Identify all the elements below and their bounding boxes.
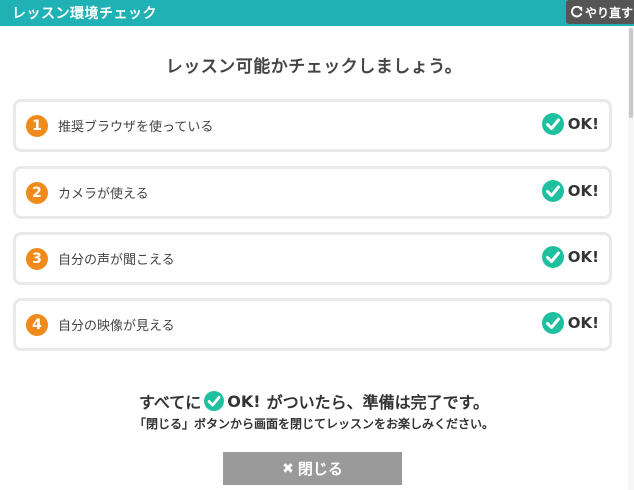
header-bar: レッスン環境チェック: [0, 0, 634, 26]
summary-text-after: がついたら、準備は完了です。: [266, 393, 489, 412]
refresh-icon: [571, 5, 583, 17]
summary-message: すべてに OK! がついたら、準備は完了です。: [0, 389, 628, 413]
check-item-audio: 3 自分の声が聞こえる OK!: [13, 232, 612, 285]
check-item-browser: 1 推奨ブラウザを使っている OK!: [13, 99, 612, 152]
header-title: レッスン環境チェック: [12, 6, 157, 22]
ok-label: OK!: [567, 248, 599, 266]
number-badge: 3: [26, 248, 48, 270]
number-badge: 1: [26, 115, 48, 137]
close-label: 閉じる: [297, 460, 343, 478]
check-item-camera: 2 カメラが使える OK!: [13, 166, 612, 219]
check-circle-icon: [541, 246, 564, 268]
redo-label: やり直す: [585, 5, 634, 20]
ok-label: OK!: [567, 115, 599, 133]
ok-status: OK!: [541, 246, 599, 268]
check-circle-icon: [204, 391, 225, 411]
ok-status: OK!: [541, 180, 599, 202]
summary-text-before: すべてに: [139, 393, 202, 412]
number-badge: 4: [26, 314, 48, 336]
ok-status: OK!: [541, 312, 599, 334]
close-button[interactable]: ✖ 閉じる: [223, 452, 402, 485]
page-title: レッスン可能かチェックしましょう。: [165, 57, 463, 77]
check-item-label: 自分の映像が見える: [58, 319, 175, 334]
close-icon: ✖: [282, 460, 294, 477]
summary-ok: OK!: [227, 391, 261, 411]
check-item-label: 自分の声が聞こえる: [58, 253, 175, 268]
check-circle-icon: [541, 113, 564, 135]
redo-button[interactable]: やり直す: [566, 0, 634, 24]
check-item-label: 推奨ブラウザを使っている: [58, 120, 214, 135]
check-item-video: 4 自分の映像が見える OK!: [13, 298, 612, 351]
ok-label: OK!: [567, 314, 599, 332]
number-badge: 2: [26, 182, 48, 204]
summary-subtext: 「閉じる」ボタンから画面を閉じてレッスンをお楽しみください。: [133, 417, 494, 431]
check-item-label: カメラが使える: [58, 187, 149, 202]
ok-label: OK!: [567, 182, 599, 200]
check-circle-icon: [541, 312, 564, 334]
check-circle-icon: [541, 180, 564, 202]
ok-status: OK!: [541, 113, 599, 135]
scrollbar-thumb[interactable]: [629, 28, 633, 118]
